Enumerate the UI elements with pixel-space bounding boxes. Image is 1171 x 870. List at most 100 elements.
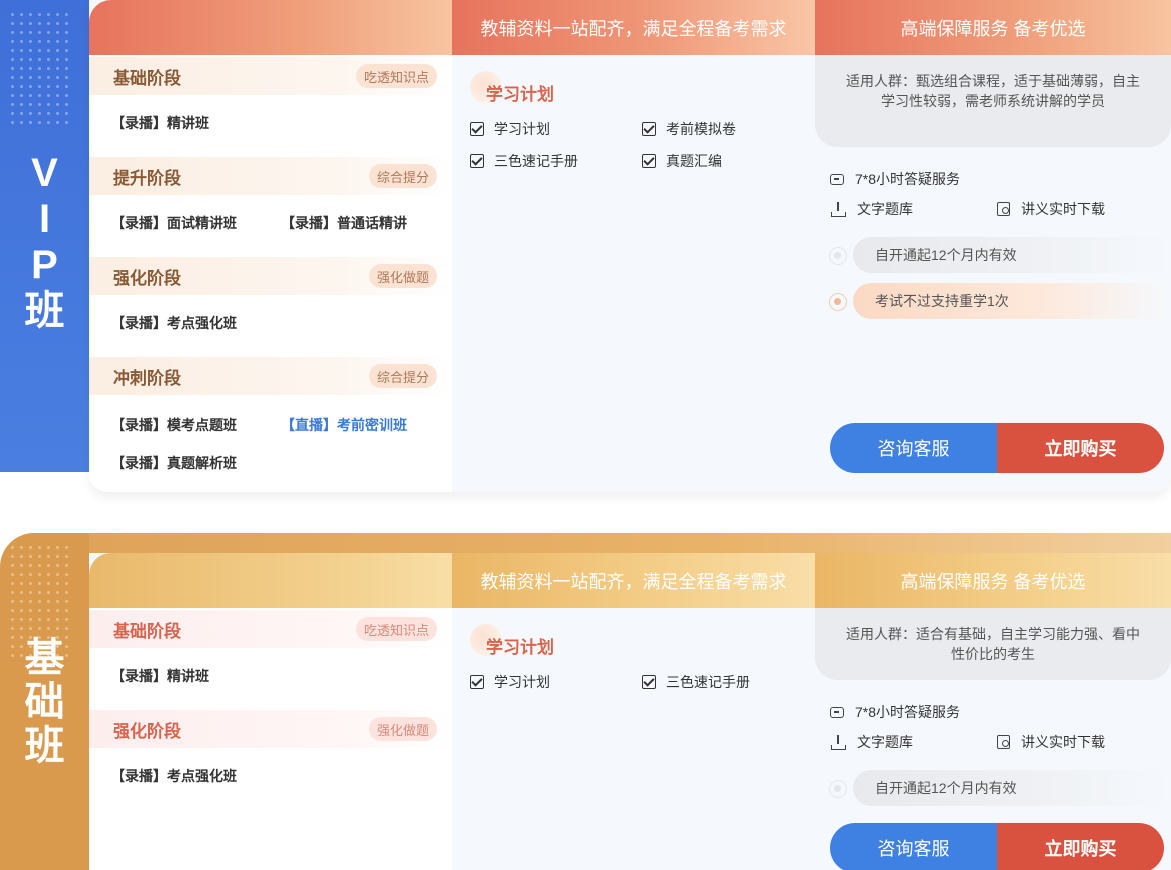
stage-tag: 强化做题	[368, 717, 437, 741]
material-item: 学习计划	[470, 119, 550, 139]
material-item: 学习计划	[470, 672, 550, 692]
stage-courses: 【录播】模考点题班 【直播】考前密训班 【录播】真题解析班	[89, 395, 452, 495]
radio-dot-icon	[829, 780, 847, 798]
service-label: 讲义实时下载	[1021, 734, 1105, 750]
stage-header: 基础阶段 吃透知识点	[89, 610, 452, 648]
vip-side-label-panel: V I P 班	[0, 0, 89, 472]
basic-label-char: 班	[24, 723, 65, 768]
stage-title: 强化阶段	[113, 268, 181, 288]
consult-button[interactable]: 咨询客服	[830, 423, 997, 473]
service-label: 讲义实时下载	[1021, 201, 1105, 217]
stage-tag: 强化做题	[368, 264, 437, 288]
consult-button[interactable]: 咨询客服	[830, 823, 997, 870]
services-header: 高端保障服务 备考优选	[815, 553, 1171, 608]
stage-header: 强化阶段 强化做题	[89, 257, 452, 295]
course-item[interactable]: 【录播】精讲班	[111, 113, 209, 133]
buy-now-button[interactable]: 立即购买	[997, 823, 1164, 870]
chat-icon	[830, 706, 844, 718]
checkbox-icon	[470, 675, 484, 689]
stage-courses: 【录播】面试精讲班 【录播】普通话精讲	[89, 195, 452, 257]
study-plan-title: 学习计划	[486, 638, 554, 657]
stages-column: 基础阶段 吃透知识点 【录播】精讲班 提升阶段 综合提分 【录播】面试精讲班 【…	[89, 55, 452, 492]
services-header: 高端保障服务 备考优选	[815, 0, 1171, 55]
study-plan-title: 学习计划	[486, 85, 554, 104]
stages-header	[89, 0, 452, 55]
stage-tag: 综合提分	[368, 164, 437, 188]
course-item[interactable]: 【录播】精讲班	[111, 666, 209, 686]
checkbox-icon	[642, 154, 656, 168]
target-audience: 适用人群：适合有基础，自主学习能力强、看中性价比的考生	[815, 608, 1171, 680]
course-item[interactable]: 【录播】考点强化班	[111, 313, 237, 333]
material-label: 考前模拟卷	[666, 121, 736, 137]
document-icon	[997, 735, 1010, 749]
service-item: 7*8小时答疑服务	[830, 169, 960, 189]
service-label: 文字题库	[857, 201, 913, 217]
checkbox-icon	[470, 122, 484, 136]
stage-tag: 吃透知识点	[355, 617, 437, 641]
basic-class-label: 基 础 班	[23, 636, 67, 768]
material-label: 学习计划	[494, 121, 550, 137]
checkbox-icon	[642, 675, 656, 689]
action-buttons: 咨询客服 立即购买	[830, 823, 1164, 870]
checkbox-icon	[642, 122, 656, 136]
material-item: 三色速记手册	[470, 151, 578, 171]
stage-courses: 【录播】精讲班	[89, 648, 452, 710]
course-item[interactable]: 【录播】模考点题班	[111, 415, 237, 435]
validity-pill: 自开通起12个月内有效	[853, 770, 1171, 806]
stage-courses: 【录播】考点强化班	[89, 748, 452, 810]
stage-title: 强化阶段	[113, 721, 181, 741]
service-item: 文字题库	[830, 199, 913, 219]
material-label: 三色速记手册	[666, 674, 750, 690]
download-icon	[830, 734, 846, 750]
vip-package-card: 教辅资料一站配齐，满足全程备考需求 高端保障服务 备考优选 基础阶段 吃透知识点…	[89, 0, 1171, 492]
service-item: 讲义实时下载	[997, 732, 1105, 752]
stages-header	[89, 553, 452, 608]
basic-side-label-panel: 基 础 班	[0, 533, 89, 870]
materials-header: 教辅资料一站配齐，满足全程备考需求	[452, 553, 815, 608]
material-label: 真题汇编	[666, 153, 722, 169]
download-icon	[830, 201, 846, 217]
stage-header: 冲刺阶段 综合提分	[89, 357, 452, 395]
material-item: 考前模拟卷	[642, 119, 736, 139]
stage-courses: 【录播】考点强化班	[89, 295, 452, 357]
materials-header: 教辅资料一站配齐，满足全程备考需求	[452, 0, 815, 55]
stage-header: 基础阶段 吃透知识点	[89, 57, 452, 95]
chat-icon	[830, 173, 844, 185]
validity-pill: 自开通起12个月内有效	[853, 237, 1171, 273]
material-item: 真题汇编	[642, 151, 722, 171]
dot-pattern	[8, 10, 68, 130]
material-label: 学习计划	[494, 674, 550, 690]
stage-header: 强化阶段 强化做题	[89, 710, 452, 748]
course-item[interactable]: 【录播】考点强化班	[111, 766, 237, 786]
course-item[interactable]: 【录播】面试精讲班	[111, 213, 237, 233]
stage-title: 基础阶段	[113, 621, 181, 641]
radio-dot-icon	[829, 293, 847, 311]
service-item: 7*8小时答疑服务	[830, 702, 960, 722]
service-label: 7*8小时答疑服务	[855, 704, 961, 720]
service-label: 文字题库	[857, 734, 913, 750]
service-item: 讲义实时下载	[997, 199, 1105, 219]
basic-label-char: 础	[24, 679, 65, 724]
vip-label-char: V	[31, 151, 58, 195]
course-item-live[interactable]: 【直播】考前密训班	[281, 415, 407, 435]
action-buttons: 咨询客服 立即购买	[830, 423, 1164, 473]
stages-column: 基础阶段 吃透知识点 【录播】精讲班 强化阶段 强化做题 【录播】考点强化班	[89, 608, 452, 870]
validity-pill: 考试不过支持重学1次	[853, 283, 1171, 319]
buy-now-button[interactable]: 立即购买	[997, 423, 1164, 473]
stage-tag: 综合提分	[368, 364, 437, 388]
vip-label-char: 班	[24, 289, 65, 333]
course-item[interactable]: 【录播】普通话精讲	[281, 213, 421, 233]
document-icon	[997, 202, 1010, 216]
radio-dot-icon	[829, 247, 847, 265]
service-label: 7*8小时答疑服务	[855, 171, 961, 187]
stage-tag: 吃透知识点	[355, 64, 437, 88]
stage-header: 提升阶段 综合提分	[89, 157, 452, 195]
material-item: 三色速记手册	[642, 672, 750, 692]
service-item: 文字题库	[830, 732, 913, 752]
vip-class-label: V I P 班	[23, 150, 67, 334]
target-audience: 适用人群：甄选组合课程，适于基础薄弱，自主学习性较弱，需老师系统讲解的学员	[815, 55, 1171, 147]
course-item[interactable]: 【录播】真题解析班	[111, 453, 237, 473]
material-label: 三色速记手册	[494, 153, 578, 169]
vip-label-char: P	[31, 243, 58, 287]
stage-title: 提升阶段	[113, 168, 181, 188]
